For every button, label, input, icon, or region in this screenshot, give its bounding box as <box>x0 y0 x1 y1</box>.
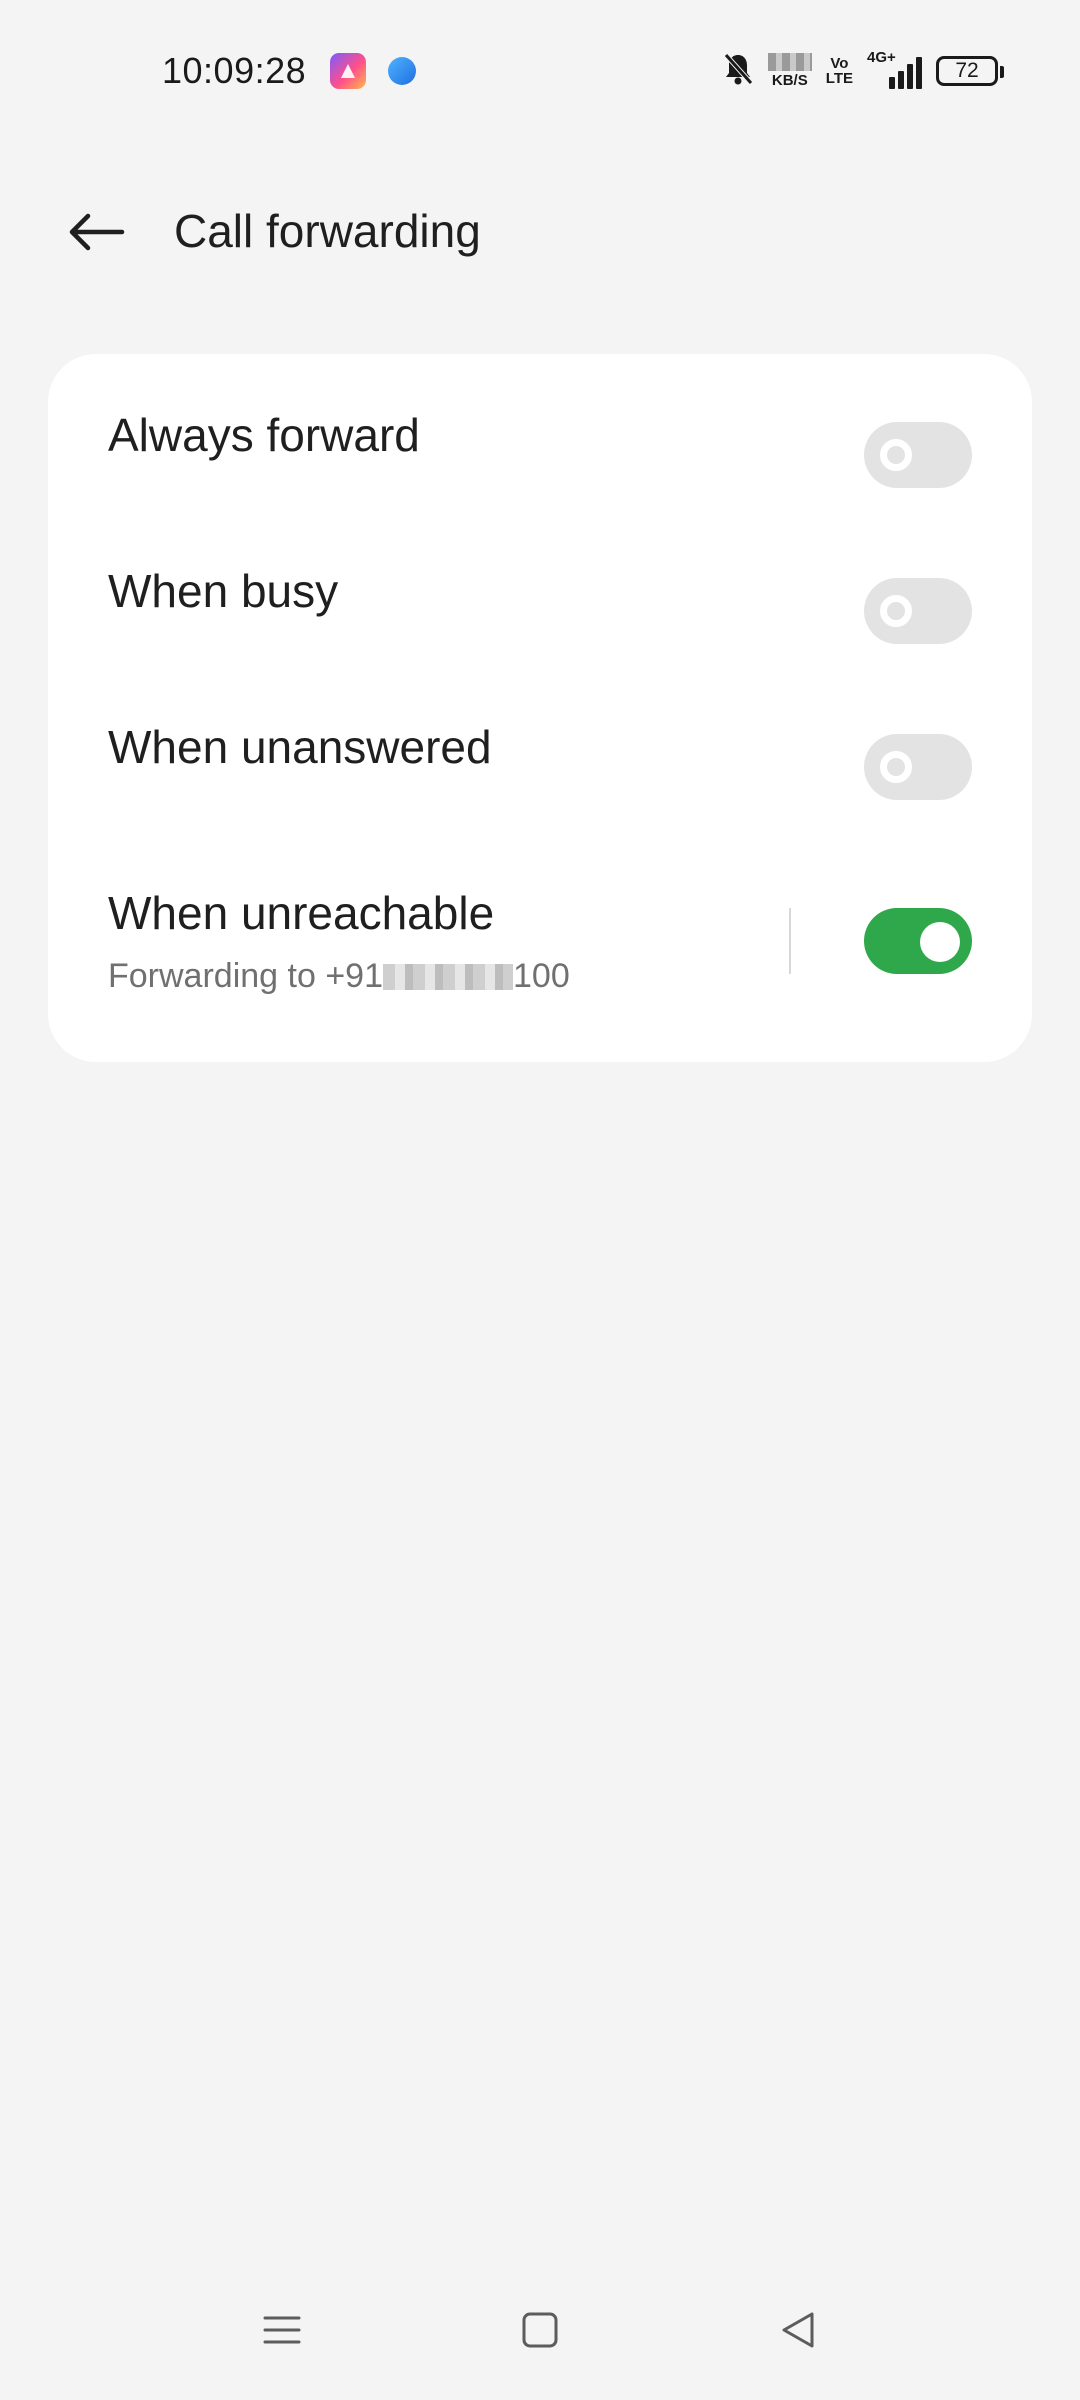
page-title: Call forwarding <box>174 205 481 257</box>
arrow-left-icon <box>69 213 125 251</box>
network-speed-unit: KB/S <box>771 72 808 89</box>
volte-bottom: LTE <box>825 70 853 87</box>
option-when-unanswered[interactable]: When unanswered <box>48 666 1032 822</box>
header: Call forwarding <box>0 180 1080 280</box>
browser-icon <box>388 57 416 85</box>
back-button[interactable] <box>56 200 136 264</box>
mute-bell-icon <box>722 52 754 91</box>
status-bar: 10:09:28 KB/S Vo LTE 4G+ 72 <box>0 0 1080 140</box>
row-divider <box>789 908 791 974</box>
volte-top: Vo <box>830 55 849 72</box>
when-busy-toggle[interactable] <box>864 578 972 644</box>
nav-back-button[interactable] <box>768 2300 828 2360</box>
network-type: 4G+ <box>867 49 896 66</box>
option-when-busy[interactable]: When busy <box>48 510 1032 666</box>
option-label: When unreachable <box>108 887 495 939</box>
when-unreachable-toggle[interactable] <box>864 908 972 974</box>
status-time: 10:09:28 <box>162 50 307 91</box>
redacted-digits <box>383 964 513 990</box>
app-launcher-icon <box>330 53 366 89</box>
option-always-forward[interactable]: Always forward <box>48 354 1032 510</box>
home-square-icon <box>522 2312 558 2348</box>
option-label: When unanswered <box>108 721 492 773</box>
forwarding-options-card: Always forward When busy When unanswered… <box>48 354 1032 1062</box>
always-forward-toggle[interactable] <box>864 422 972 488</box>
network-speed-value <box>767 53 812 71</box>
forwarding-number-prefix: Forwarding to +91 <box>108 957 383 995</box>
option-when-unreachable[interactable]: When unreachable Forwarding to +91 100 <box>48 822 1032 1062</box>
battery-level: 72 <box>955 59 979 82</box>
option-label: Always forward <box>108 409 420 461</box>
option-label: When busy <box>108 565 339 617</box>
recents-button[interactable] <box>252 2300 312 2360</box>
when-unanswered-toggle[interactable] <box>864 734 972 800</box>
home-button[interactable] <box>510 2300 570 2360</box>
forwarding-number-suffix: 100 <box>513 957 570 995</box>
forwarding-number: Forwarding to +91 100 <box>108 957 570 996</box>
menu-icon <box>263 2316 301 2344</box>
volte-indicator: Vo LTE <box>826 56 853 86</box>
status-right-icons: KB/S Vo LTE 4G+ 72 <box>722 49 1004 92</box>
network-speed: KB/S <box>767 53 812 89</box>
back-triangle-icon <box>782 2312 814 2348</box>
battery-icon: 72 <box>936 56 1004 86</box>
screen: 10:09:28 KB/S Vo LTE 4G+ 72 Call forward… <box>0 0 1080 2400</box>
navigation-bar <box>0 2290 1080 2370</box>
signal-icon: 4G+ <box>867 49 922 89</box>
